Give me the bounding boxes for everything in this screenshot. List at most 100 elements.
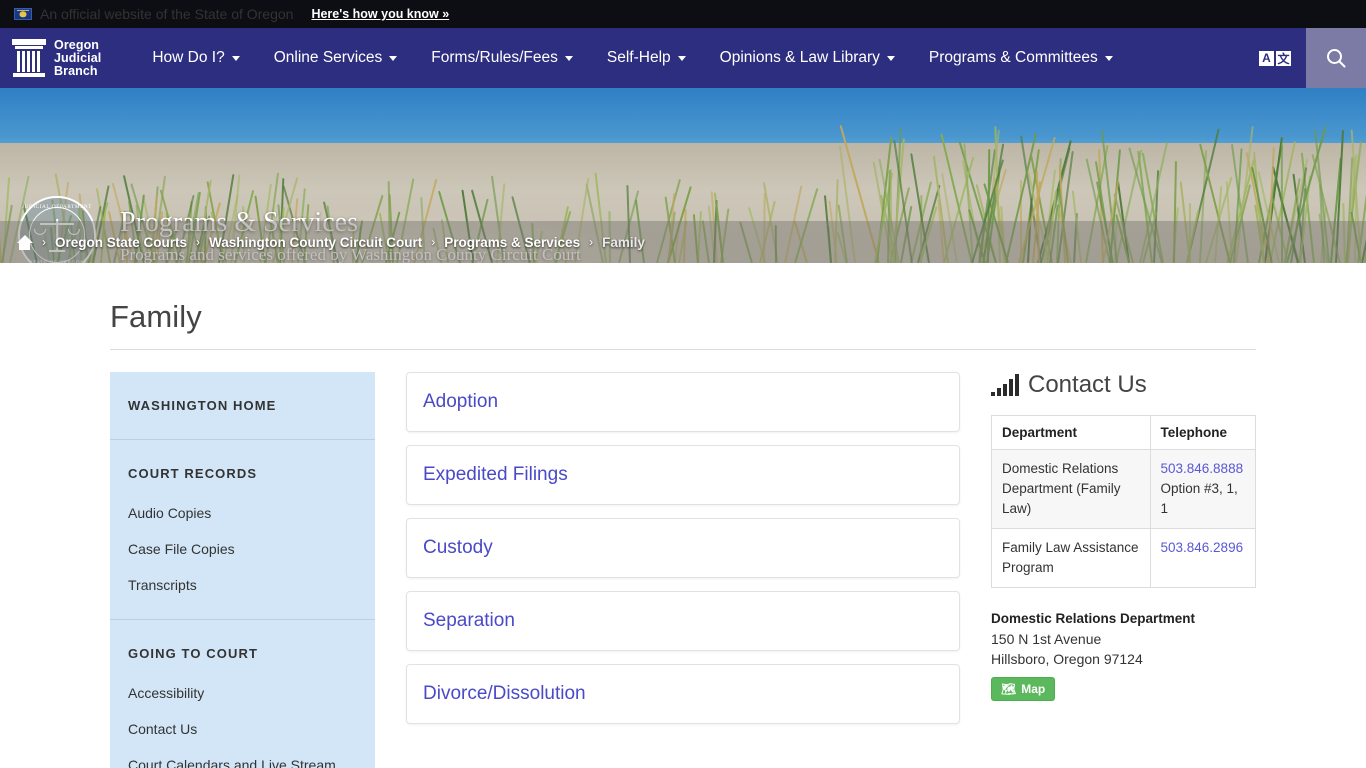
accordion-label: Separation bbox=[423, 610, 515, 631]
nav-item-self-help[interactable]: Self-Help bbox=[590, 28, 703, 88]
brand-line-1: Oregon bbox=[54, 38, 99, 52]
address-city-state-zip: Hillsboro, Oregon 97124 bbox=[991, 649, 1256, 669]
nav-label: How Do I? bbox=[152, 49, 224, 67]
sidebar-link-case-file-copies[interactable]: Case File Copies bbox=[128, 531, 357, 567]
contact-heading: Contact Us bbox=[991, 372, 1256, 398]
chevron-down-icon bbox=[1105, 56, 1113, 61]
cell-department: Family Law Assistance Program bbox=[992, 529, 1151, 588]
sidebar-item-court-records[interactable]: COURT RECORDS bbox=[110, 440, 375, 495]
cell-telephone: 503.846.8888 Option #3, 1, 1 bbox=[1150, 450, 1256, 529]
map-button-label: Map bbox=[1021, 682, 1045, 696]
bar-chart-icon bbox=[991, 376, 1019, 398]
accordion-item-custody[interactable]: Custody bbox=[406, 518, 960, 578]
sidebar-link-contact-us[interactable]: Contact Us bbox=[128, 711, 357, 747]
translate-cjk: 文 bbox=[1275, 50, 1292, 67]
title-divider bbox=[110, 349, 1256, 350]
chevron-down-icon bbox=[887, 56, 895, 61]
nav-item-forms-rules-fees[interactable]: Forms/Rules/Fees bbox=[414, 28, 590, 88]
main-navigation: Oregon Judicial Branch How Do I? Online … bbox=[0, 28, 1366, 88]
contact-panel: Contact Us Department Telephone Domestic… bbox=[991, 372, 1256, 701]
accordion-item-expedited-filings[interactable]: Expedited Filings bbox=[406, 445, 960, 505]
official-state-banner: An official website of the State of Oreg… bbox=[0, 0, 1366, 28]
sidebar-group-washington-home: WASHINGTON HOME bbox=[110, 372, 375, 440]
breadcrumb-item-programs-services[interactable]: Programs & Services bbox=[444, 235, 580, 250]
brand-line-2: Judicial bbox=[54, 51, 101, 65]
sidebar: WASHINGTON HOME COURT RECORDS Audio Copi… bbox=[110, 372, 375, 768]
contact-table: Department Telephone Domestic Relations … bbox=[991, 415, 1256, 588]
breadcrumb-item-washington-county-circuit-court[interactable]: Washington County Circuit Court bbox=[209, 235, 422, 250]
chevron-down-icon bbox=[678, 56, 686, 61]
breadcrumb-separator: › bbox=[42, 235, 46, 249]
accordion-list: Adoption Expedited Filings Custody Separ… bbox=[406, 372, 960, 737]
page-content: Family WASHINGTON HOME COURT RECORDS Aud… bbox=[0, 263, 1366, 768]
cell-department: Domestic Relations Department (Family La… bbox=[992, 450, 1151, 529]
nav-item-online-services[interactable]: Online Services bbox=[257, 28, 415, 88]
accordion-label: Divorce/Dissolution bbox=[423, 683, 586, 704]
hero-banner: JUDICIAL DEPARTMENT STATE OF OREGON Prog… bbox=[0, 88, 1366, 263]
sidebar-link-accessibility[interactable]: Accessibility bbox=[128, 675, 357, 711]
breadcrumb-separator: › bbox=[589, 235, 593, 249]
sidebar-item-going-to-court[interactable]: GOING TO COURT bbox=[110, 620, 375, 675]
translate-latin: A bbox=[1258, 50, 1275, 67]
table-row: Domestic Relations Department (Family La… bbox=[992, 450, 1256, 529]
breadcrumb-item-oregon-state-courts[interactable]: Oregon State Courts bbox=[55, 235, 187, 250]
sidebar-group-going-to-court: GOING TO COURT Accessibility Contact Us … bbox=[110, 620, 375, 768]
accordion-item-separation[interactable]: Separation bbox=[406, 591, 960, 651]
phone-link[interactable]: 503.846.2896 bbox=[1161, 540, 1244, 555]
heres-how-you-know-link[interactable]: Here's how you know » bbox=[311, 7, 449, 21]
breadcrumb-item-family: Family bbox=[602, 235, 645, 250]
official-website-text: An official website of the State of Oreg… bbox=[40, 6, 293, 22]
column-header-department: Department bbox=[992, 416, 1151, 450]
chevron-down-icon bbox=[565, 56, 573, 61]
table-header-row: Department Telephone bbox=[992, 416, 1256, 450]
content-columns: WASHINGTON HOME COURT RECORDS Audio Copi… bbox=[110, 372, 1256, 768]
accordion-item-adoption[interactable]: Adoption bbox=[406, 372, 960, 432]
search-icon bbox=[1324, 46, 1348, 70]
chevron-down-icon bbox=[232, 56, 240, 61]
sidebar-links-going-to-court: Accessibility Contact Us Court Calendars… bbox=[110, 675, 375, 768]
phone-link[interactable]: 503.846.8888 bbox=[1161, 461, 1244, 476]
nav-item-how-do-i[interactable]: How Do I? bbox=[135, 28, 256, 88]
nav-items: How Do I? Online Services Forms/Rules/Fe… bbox=[135, 28, 1129, 88]
cell-telephone: 503.846.2896 bbox=[1150, 529, 1256, 588]
sidebar-item-washington-home[interactable]: WASHINGTON HOME bbox=[110, 372, 375, 439]
address-name: Domestic Relations Department bbox=[991, 609, 1256, 629]
breadcrumb: › Oregon State Courts › Washington Count… bbox=[0, 221, 1366, 263]
sidebar-link-transcripts[interactable]: Transcripts bbox=[128, 567, 357, 603]
translate-icon[interactable]: A 文 bbox=[1258, 50, 1292, 67]
nav-right: A 文 bbox=[1258, 28, 1366, 88]
breadcrumb-separator: › bbox=[431, 235, 435, 249]
map-button[interactable]: 🗺 Map bbox=[991, 677, 1055, 701]
contact-title: Contact Us bbox=[1028, 372, 1147, 398]
nav-label: Forms/Rules/Fees bbox=[431, 49, 558, 67]
nav-label: Online Services bbox=[274, 49, 383, 67]
oregon-judicial-branch-logo[interactable]: Oregon Judicial Branch bbox=[0, 28, 117, 88]
map-icon: 🗺 bbox=[1001, 683, 1016, 695]
nav-item-programs-committees[interactable]: Programs & Committees bbox=[912, 28, 1130, 88]
accordion-label: Expedited Filings bbox=[423, 464, 568, 485]
sidebar-link-court-calendars[interactable]: Court Calendars and Live Stream Proceedi… bbox=[128, 747, 357, 768]
nav-label: Self-Help bbox=[607, 49, 671, 67]
accordion-item-divorce-dissolution[interactable]: Divorce/Dissolution bbox=[406, 664, 960, 724]
chevron-down-icon bbox=[389, 56, 397, 61]
address-block: Domestic Relations Department 150 N 1st … bbox=[991, 609, 1256, 701]
nav-label: Programs & Committees bbox=[929, 49, 1098, 67]
table-row: Family Law Assistance Program 503.846.28… bbox=[992, 529, 1256, 588]
column-header-telephone: Telephone bbox=[1150, 416, 1256, 450]
address-street: 150 N 1st Avenue bbox=[991, 629, 1256, 649]
brand-line-3: Branch bbox=[54, 64, 98, 78]
accordion-label: Adoption bbox=[423, 391, 498, 412]
page-title: Family bbox=[110, 263, 1256, 349]
home-icon[interactable] bbox=[16, 235, 33, 250]
sidebar-links-court-records: Audio Copies Case File Copies Transcript… bbox=[110, 495, 375, 619]
sidebar-group-court-records: COURT RECORDS Audio Copies Case File Cop… bbox=[110, 440, 375, 620]
brand-text: Oregon Judicial Branch bbox=[54, 39, 101, 78]
nav-item-opinions-law-library[interactable]: Opinions & Law Library bbox=[703, 28, 912, 88]
sidebar-link-audio-copies[interactable]: Audio Copies bbox=[128, 495, 357, 531]
accordion-label: Custody bbox=[423, 537, 493, 558]
phone-note: Option #3, 1, 1 bbox=[1161, 481, 1238, 516]
nav-label: Opinions & Law Library bbox=[720, 49, 880, 67]
oregon-flag-icon bbox=[14, 8, 32, 20]
search-button[interactable] bbox=[1306, 28, 1366, 88]
column-logo-icon bbox=[12, 39, 46, 77]
